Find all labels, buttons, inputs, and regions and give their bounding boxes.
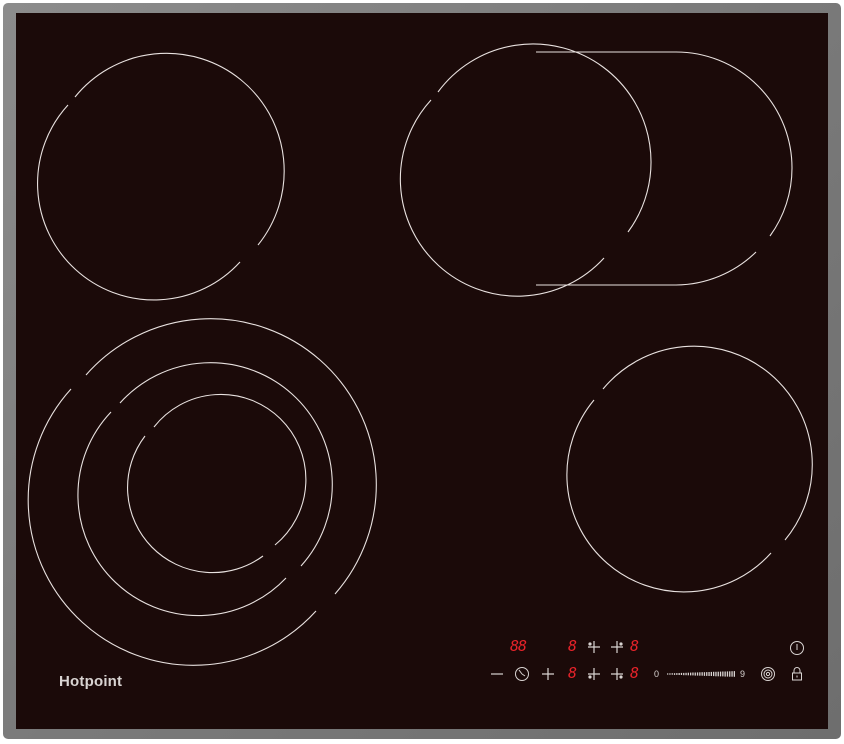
minus-icon (491, 673, 503, 675)
slider-ticks (667, 671, 735, 677)
slider-tick (729, 671, 731, 677)
slider-tick (690, 672, 692, 676)
slider-tick (667, 673, 669, 675)
zone-display-rear-right: 8 (630, 664, 639, 682)
slider-tick (696, 672, 699, 676)
zone-select-rear-right-button[interactable] (609, 667, 625, 681)
slider-tick (692, 672, 694, 676)
slider-tick (703, 672, 706, 676)
power-icon (790, 641, 804, 655)
plus-icon (588, 668, 600, 680)
slider-tick (699, 672, 701, 676)
slider-max-label: 9 (740, 669, 746, 679)
slider-tick (676, 673, 678, 675)
slider-min-label: 0 (654, 669, 660, 679)
timer-minus-button[interactable] (490, 667, 504, 681)
slider-tick (717, 671, 719, 677)
slider-tick (673, 673, 676, 675)
slider-tick (722, 671, 724, 677)
dual-zone-button[interactable] (760, 666, 776, 682)
lock-button[interactable] (790, 666, 804, 682)
timer-display: 88 (510, 637, 527, 655)
zone-select-front-right-button[interactable] (586, 667, 602, 681)
cooking-zone-front-left[interactable] (37, 52, 285, 301)
zone-display-front-right: 8 (568, 664, 577, 682)
slider-tick (669, 673, 671, 675)
dual-zone-icon (761, 667, 775, 681)
zone-display-rear-left: 8 (630, 637, 639, 655)
slider-tick (731, 671, 733, 677)
plus-icon (542, 668, 554, 680)
slider-tick (719, 671, 722, 677)
clock-icon (515, 667, 529, 681)
slider-tick (713, 671, 715, 677)
brand-logo: Hotpoint (59, 673, 123, 690)
cooking-zones (27, 43, 813, 666)
slider-tick (683, 672, 685, 676)
power-level-slider[interactable] (666, 668, 736, 680)
slider-tick (701, 672, 703, 676)
zone-select-front-left-button[interactable] (586, 640, 602, 654)
slider-tick (678, 673, 680, 675)
slider-tick (706, 672, 708, 676)
cooking-zone-extended-oval[interactable] (399, 43, 793, 297)
slider-tick (726, 671, 729, 677)
cooking-zone-triple-ring[interactable] (27, 318, 377, 666)
slider-tick (685, 672, 687, 676)
timer-plus-button[interactable] (541, 667, 555, 681)
timer-button[interactable] (514, 666, 530, 682)
slider-tick (687, 672, 689, 676)
plus-icon (611, 641, 623, 653)
zone-display-front-left: 8 (568, 637, 577, 655)
plus-icon (588, 641, 600, 653)
slider-tick (724, 671, 726, 677)
slider-tick (671, 673, 673, 675)
slider-tick (733, 671, 735, 677)
plus-icon (611, 668, 623, 680)
slider-tick (708, 672, 710, 676)
zone-select-rear-left-button[interactable] (609, 640, 625, 654)
slider-tick (680, 672, 683, 675)
slider-tick (694, 672, 696, 676)
slider-tick (710, 671, 712, 676)
power-button[interactable] (789, 640, 805, 656)
slider-tick (715, 671, 717, 677)
lock-icon (792, 667, 802, 681)
cooking-zone-rear-right[interactable] (566, 345, 813, 593)
